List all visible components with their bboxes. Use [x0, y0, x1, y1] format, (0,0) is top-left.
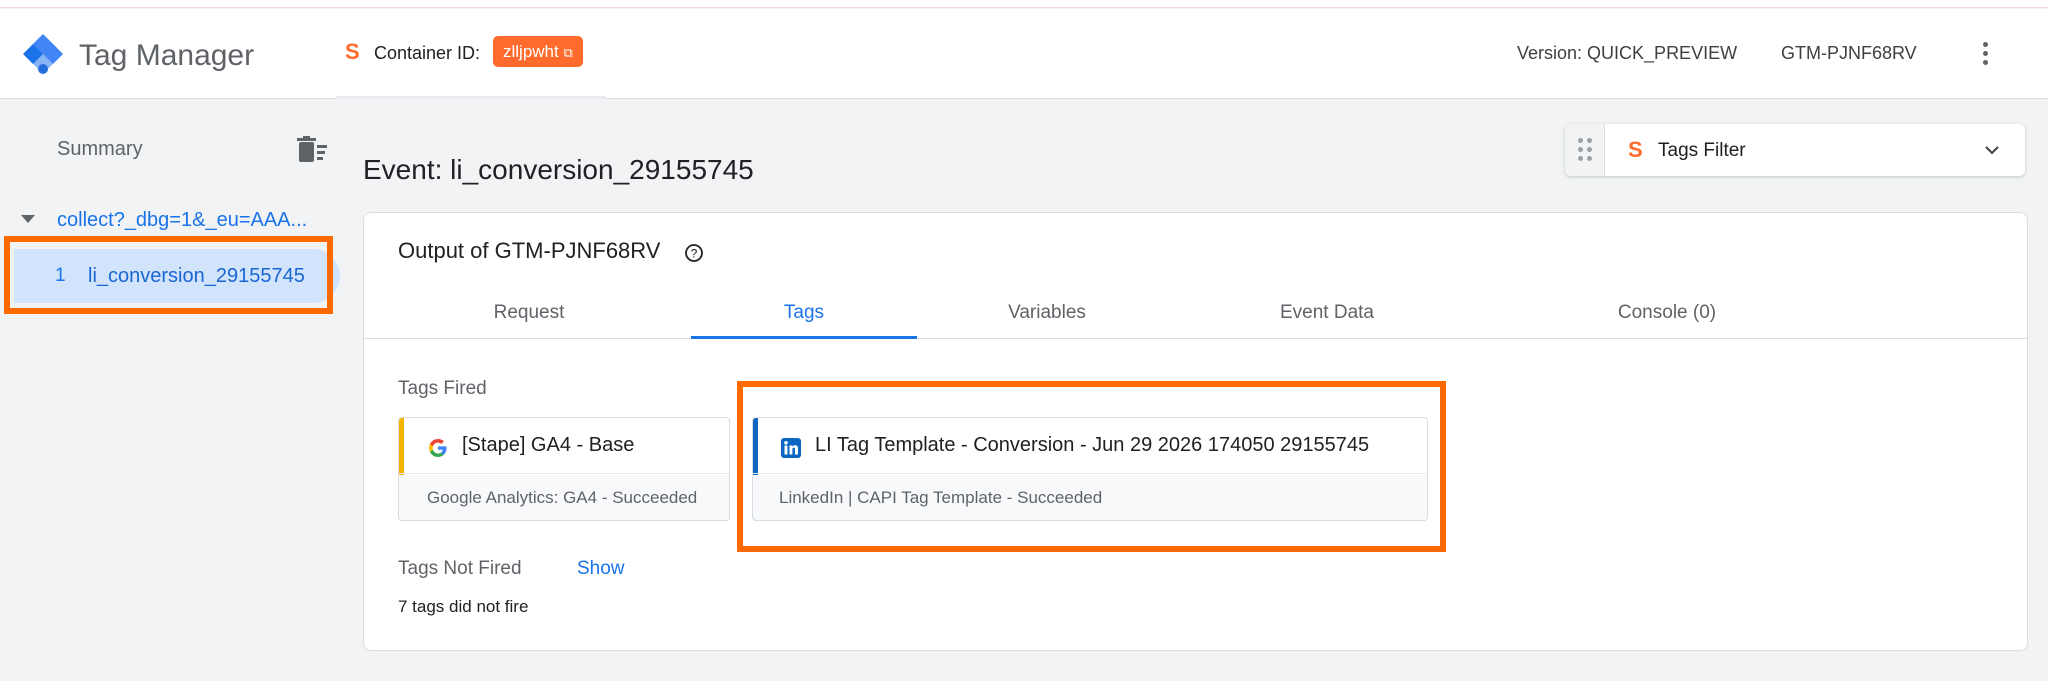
sidebar: Summary collect?_dbg=1&_eu=AAA... 1 li_c… [0, 100, 340, 681]
request-label: collect?_dbg=1&_eu=AAA... [57, 209, 308, 231]
version-label: Version: QUICK_PREVIEW [1517, 43, 1738, 63]
tag-status: Google Analytics: GA4 - Succeeded [427, 488, 698, 507]
help-icon[interactable]: ? [684, 243, 704, 263]
page-title: Event: li_conversion_29155745 [363, 154, 754, 185]
summary-link[interactable]: Summary [57, 138, 143, 161]
tags-filter-dropdown[interactable]: S Tags Filter [1565, 124, 2025, 176]
tag-card-ga4-base[interactable]: [Stape] GA4 - Base Google Analytics: GA4… [398, 417, 730, 521]
more-options-icon[interactable] [1975, 39, 1995, 73]
app-header: Tag Manager S Container ID: zlljpwht ⧉ V… [0, 9, 2048, 99]
tag-manager-logo-icon [23, 34, 63, 74]
stape-logo-icon: S [1628, 137, 1643, 162]
tab-bar: Request Tags Variables Event Data Consol… [364, 287, 2027, 339]
top-accent-line [0, 0, 2048, 8]
container-tab[interactable]: S Container ID: zlljpwht ⧉ [336, 9, 606, 99]
app-title: Tag Manager [79, 39, 255, 72]
show-not-fired-link[interactable]: Show [577, 558, 625, 580]
tab-variables[interactable]: Variables [917, 287, 1177, 339]
stape-logo-icon: S [345, 39, 360, 64]
tab-console[interactable]: Console (0) [1477, 287, 1857, 339]
chevron-down-icon[interactable] [1982, 140, 2002, 160]
gtm-id-label: GTM-PJNF68RV [1781, 43, 1917, 63]
tab-request[interactable]: Request [364, 287, 694, 339]
tags-fired-heading: Tags Fired [398, 378, 487, 399]
highlight-box-tag [737, 381, 1446, 552]
request-item[interactable]: collect?_dbg=1&_eu=AAA... [0, 205, 340, 235]
tab-event-data[interactable]: Event Data [1177, 287, 1477, 339]
tags-filter-label: Tags Filter [1658, 140, 1746, 161]
svg-text:?: ? [691, 247, 698, 261]
copy-icon[interactable]: ⧉ [563, 45, 572, 60]
expand-caret-icon[interactable] [21, 215, 35, 223]
not-fired-count: 7 tags did not fire [398, 597, 529, 616]
tags-not-fired-heading: Tags Not Fired [398, 558, 522, 579]
clear-messages-icon[interactable] [296, 136, 328, 164]
container-id-label: Container ID: [374, 43, 481, 63]
output-title: Output of GTM-PJNF68RV [398, 238, 661, 263]
container-id-value: zlljpwht [503, 42, 559, 61]
drag-handle-icon[interactable] [1565, 124, 1605, 176]
tag-name: [Stape] GA4 - Base [462, 434, 635, 456]
google-icon [429, 439, 447, 457]
tab-tags[interactable]: Tags [691, 287, 917, 339]
highlight-box-event [4, 236, 333, 314]
container-id-badge[interactable]: zlljpwht ⧉ [493, 36, 583, 67]
